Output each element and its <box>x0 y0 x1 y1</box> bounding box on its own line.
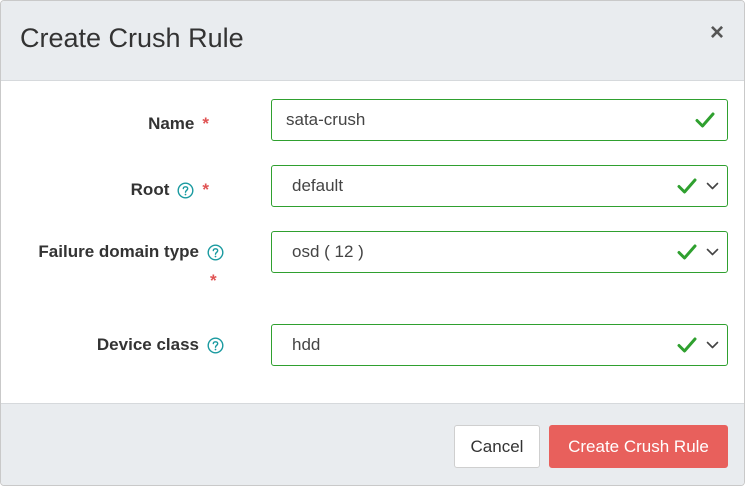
failure-domain-select[interactable]: osd ( 12 ) <box>271 231 728 273</box>
check-icon <box>695 112 715 128</box>
name-label: Name <box>148 114 195 133</box>
device-class-select[interactable]: hdd <box>271 324 728 366</box>
device-class-select-value: hdd <box>292 335 321 354</box>
help-icon[interactable] <box>207 336 224 354</box>
dialog-footer: Cancel Create Crush Rule <box>1 403 744 485</box>
root-select-value: default <box>292 176 344 195</box>
root-label-group: Root * <box>131 180 209 200</box>
name-label-group: Name * <box>148 114 209 134</box>
root-select[interactable]: default <box>271 165 728 207</box>
device-class-label: Device class <box>96 335 199 354</box>
create-crush-rule-button[interactable]: Create Crush Rule <box>549 425 728 468</box>
name-input-value: sata-crush <box>286 110 366 129</box>
help-icon[interactable] <box>207 243 224 261</box>
failure-domain-label: Failure domain type <box>38 242 199 261</box>
name-input[interactable]: sata-crush <box>271 99 728 141</box>
check-icon <box>677 244 697 260</box>
root-label: Root <box>130 180 170 199</box>
required-mark: * <box>210 271 217 290</box>
check-icon <box>677 337 697 353</box>
cancel-button[interactable]: Cancel <box>454 425 540 468</box>
required-mark: * <box>202 180 209 199</box>
check-icon <box>677 178 697 194</box>
failure-domain-label-group: Failure domain type <box>38 242 224 262</box>
dialog-header: Create Crush Rule × <box>1 1 744 81</box>
chevron-down-icon <box>706 341 719 349</box>
create-crush-rule-dialog: Create Crush Rule × Name * sata-crush Ro… <box>0 0 745 486</box>
chevron-down-icon <box>706 248 719 256</box>
dialog-title: Create Crush Rule <box>20 23 244 53</box>
device-class-label-group: Device class <box>97 335 224 355</box>
close-icon[interactable]: × <box>708 21 726 45</box>
failure-domain-select-value: osd ( 12 ) <box>292 242 364 261</box>
help-icon[interactable] <box>177 181 194 199</box>
chevron-down-icon <box>706 182 719 190</box>
required-mark: * <box>202 114 209 133</box>
